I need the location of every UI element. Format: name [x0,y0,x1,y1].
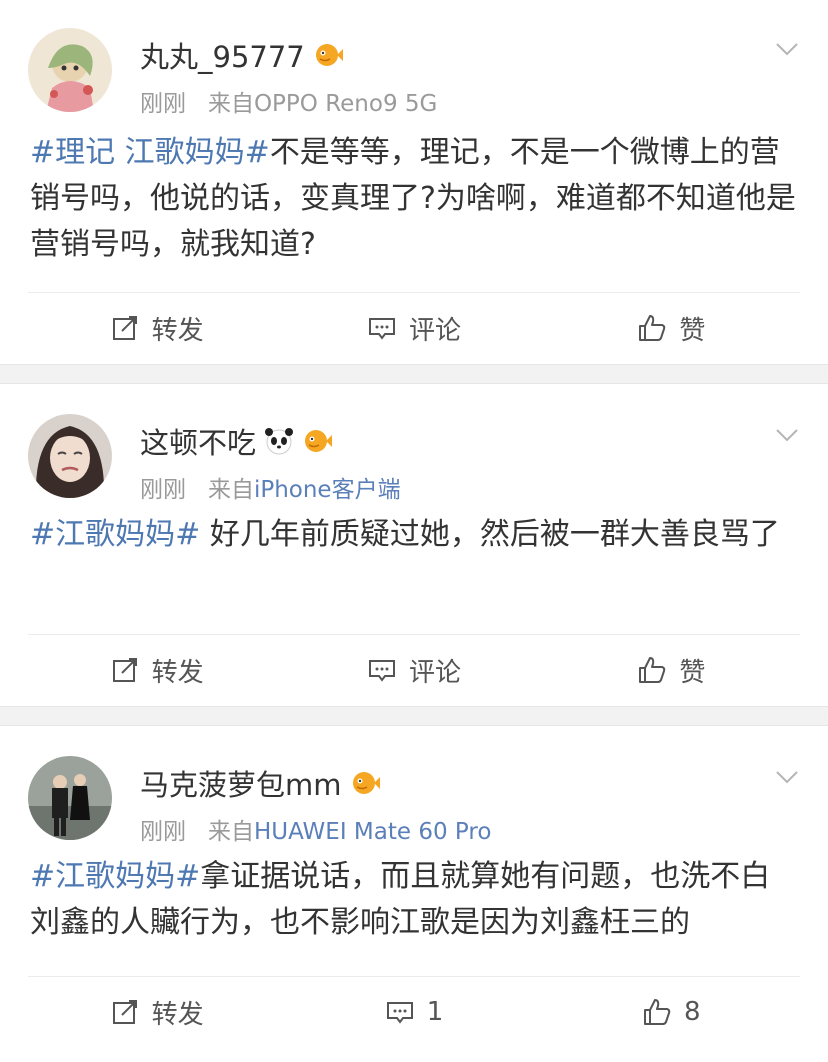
source-device[interactable]: iPhone客户端 [254,477,401,503]
action-bar: 转发 1 8 [28,976,800,1047]
thumbs-up-icon [639,657,666,683]
repost-button[interactable]: 转发 [28,293,285,363]
like-label: 赞 [679,315,706,346]
hashtag-link[interactable]: #江歌妈妈# [30,859,200,894]
post-separator [0,706,828,726]
post-meta: 刚刚 来自HUAWEI Mate 60 Pro [140,812,491,846]
username-text[interactable]: 马克菠萝包mm [140,762,342,804]
source-prefix: 来自 [207,477,254,503]
like-button[interactable]: 8 [543,977,800,1047]
repost-icon [112,316,137,340]
comment-icon [386,1002,413,1024]
like-button[interactable]: 赞 [543,635,800,705]
avatar[interactable] [28,28,112,112]
comment-button[interactable]: 评论 [285,293,542,363]
action-bar: 转发 评论 赞 [28,634,800,705]
fish-badge-icon [315,44,343,66]
username[interactable]: 马克菠萝包mm [140,762,380,804]
comment-icon [368,660,395,682]
source-device[interactable]: HUAWEI Mate 60 Pro [254,819,491,845]
chevron-down-icon[interactable] [774,764,800,790]
comment-label: 评论 [408,315,461,346]
post-card[interactable]: 这顿不吃 刚刚 来自iPhone客户端 #江歌妈妈# 好几年前质疑过她，然后被一… [0,384,828,706]
repost-label: 转发 [151,657,204,688]
repost-icon [112,658,137,682]
repost-label: 转发 [151,315,204,346]
avatar[interactable] [28,414,112,498]
repost-label: 转发 [151,999,204,1030]
source-prefix: 来自 [207,91,254,117]
action-bar: 转发 评论 赞 [28,292,800,363]
comment-count: 1 [426,997,444,1027]
post-content: #江歌妈妈# 好几年前质疑过她，然后被一群大善良骂了 [30,512,798,558]
avatar[interactable] [28,756,112,840]
username[interactable]: 这顿不吃 [140,420,333,462]
fish-badge-icon [305,430,333,452]
repost-button[interactable]: 转发 [28,635,285,705]
hashtag-link[interactable]: #理记 江歌妈妈# [30,135,270,170]
chevron-down-icon[interactable] [774,422,800,448]
hashtag-link[interactable]: #江歌妈妈# [30,517,200,552]
fish-badge-icon [352,772,380,794]
chevron-down-icon[interactable] [774,36,800,62]
thumbs-up-icon [644,999,671,1025]
panda-emoji-icon [265,428,294,455]
source-prefix: 来自 [207,819,254,845]
repost-button[interactable]: 转发 [28,977,285,1047]
like-button[interactable]: 赞 [543,293,800,363]
comment-button[interactable]: 1 [285,977,542,1047]
like-count: 8 [684,997,701,1027]
comment-label: 评论 [408,657,461,688]
like-label: 赞 [679,657,706,688]
repost-icon [112,1000,137,1024]
post-card[interactable]: 丸丸_95777 刚刚 来自OPPO Reno9 5G #理记 江歌妈妈#不是等… [0,0,828,364]
username-text[interactable]: 这顿不吃 [140,420,256,462]
post-meta: 刚刚 来自OPPO Reno9 5G [140,84,437,118]
post-time: 刚刚 [140,91,186,117]
post-separator [0,364,828,384]
username[interactable]: 丸丸_95777 [140,34,343,76]
source-device: OPPO Reno9 5G [253,91,438,117]
thumbs-up-icon [639,315,666,341]
post-card[interactable]: 马克菠萝包mm 刚刚 来自HUAWEI Mate 60 Pro #江歌妈妈#拿证… [0,726,828,1062]
post-content: #理记 江歌妈妈#不是等等，理记，不是一个微博上的营销号吗，他说的话，变真理了?… [30,130,798,268]
post-meta: 刚刚 来自iPhone客户端 [140,470,401,504]
username-text[interactable]: 丸丸_95777 [140,34,305,76]
post-content: #江歌妈妈#拿证据说话，而且就算她有问题，也洗不白刘鑫的人贜行为，也不影响江歌是… [30,854,798,946]
post-time: 刚刚 [140,477,186,503]
comment-icon [368,318,395,340]
weibo-feed: 丸丸_95777 刚刚 来自OPPO Reno9 5G #理记 江歌妈妈#不是等… [0,0,828,1062]
comment-button[interactable]: 评论 [285,635,542,705]
post-text: 好几年前质疑过她，然后被一群大善良骂了 [200,517,780,552]
post-time: 刚刚 [140,819,186,845]
